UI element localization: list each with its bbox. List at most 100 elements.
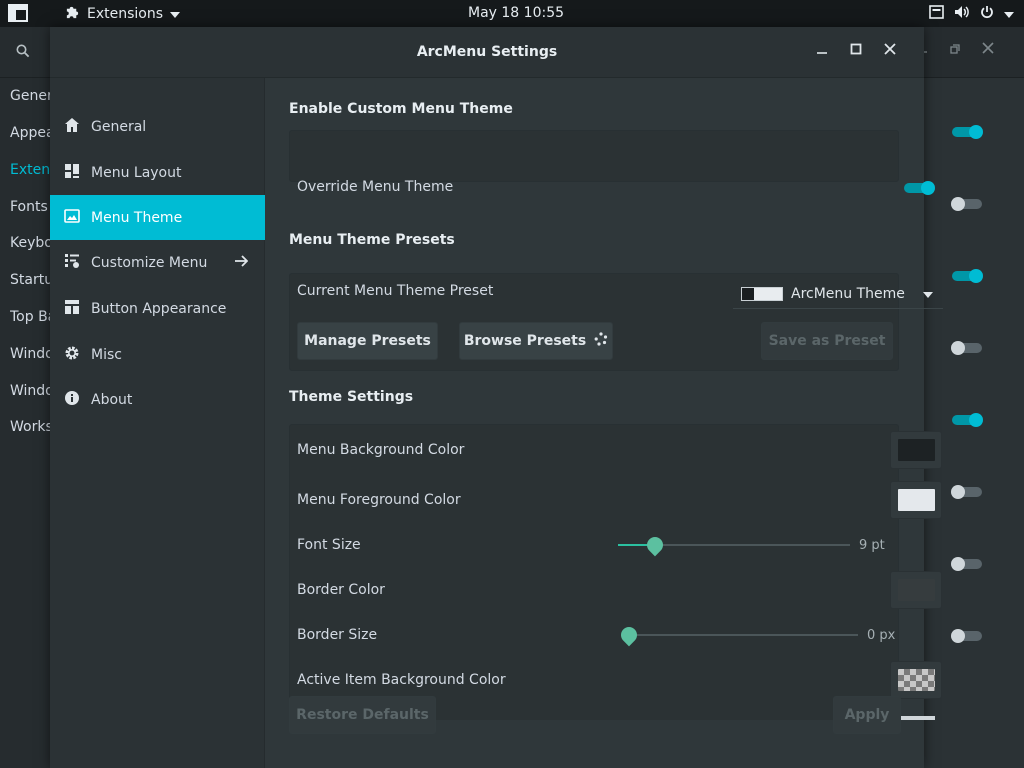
tweaks-sidebar-item[interactable]: Fonts <box>10 199 50 215</box>
tweaks-sidebar-item[interactable]: Startup <box>10 272 50 288</box>
app-menu[interactable]: Extensions <box>65 0 181 27</box>
power-icon <box>980 5 994 23</box>
nav-item-misc[interactable]: Misc <box>50 332 265 377</box>
active-item-bg-color-button[interactable] <box>890 661 942 699</box>
active-item-bg-label: Active Item Background Color <box>297 672 506 688</box>
nav-item-menu-layout[interactable]: Menu Layout <box>50 150 265 195</box>
override-theme-label: Override Menu Theme <box>297 179 454 195</box>
clock[interactable]: May 18 10:55 <box>468 0 564 27</box>
nav-item-customize-menu[interactable]: Customize Menu <box>50 240 265 285</box>
tweaks-sidebar-item[interactable]: Keyboard <box>10 235 50 251</box>
border-size-label: Border Size <box>297 627 378 643</box>
extension-toggle[interactable] <box>950 629 984 643</box>
color-swatch <box>897 579 935 601</box>
menu-fg-color-button[interactable] <box>890 481 942 519</box>
apply-label: Apply <box>844 707 890 723</box>
font-size-label: Font Size <box>297 537 361 553</box>
home-icon <box>64 117 80 137</box>
color-swatch <box>897 439 935 461</box>
layout-icon <box>64 163 80 183</box>
save-as-preset-button[interactable]: Save as Preset <box>761 322 893 360</box>
apply-button[interactable]: Apply <box>833 696 901 734</box>
manage-presets-label: Manage Presets <box>304 333 431 349</box>
extension-toggle[interactable] <box>950 125 984 139</box>
keyboard-icon <box>929 4 944 23</box>
preset-dropdown-value: ArcMenu Theme <box>791 285 905 302</box>
tweaks-window-controls <box>918 42 994 58</box>
nav-item-label: Customize Menu <box>91 254 208 271</box>
nav-item-label: Button Appearance <box>91 300 227 317</box>
close-icon[interactable] <box>982 42 994 58</box>
border-color-button[interactable] <box>890 571 942 609</box>
chevron-down-icon <box>170 6 181 22</box>
border-color-label: Border Color <box>297 582 385 598</box>
nav-item-label: About <box>91 391 133 408</box>
extension-toggle[interactable] <box>950 341 984 355</box>
menu-bg-color-label: Menu Background Color <box>297 442 465 458</box>
extension-toggle[interactable] <box>950 269 984 283</box>
nav-item-button-appearance[interactable]: Button Appearance <box>50 286 265 331</box>
extension-toggle[interactable] <box>950 197 984 211</box>
override-card <box>289 130 899 182</box>
nav-item-about[interactable]: About <box>50 377 265 422</box>
transparent-swatch <box>897 669 935 691</box>
current-preset-label: Current Menu Theme Preset <box>297 283 494 299</box>
arrow-right-icon <box>234 254 249 272</box>
search-icon[interactable] <box>16 44 30 62</box>
chevron-down-icon <box>1004 6 1014 22</box>
preset-dropdown[interactable]: ArcMenu Theme <box>733 279 943 309</box>
nav-item-label: Misc <box>91 346 122 363</box>
info-icon <box>64 390 80 410</box>
menu-fg-color-label: Menu Foreground Color <box>297 492 461 508</box>
section-title-presets: Menu Theme Presets <box>289 232 455 248</box>
restore-defaults-button[interactable]: Restore Defaults <box>289 696 436 734</box>
top-bar: Extensions May 18 10:55 <box>0 0 1024 27</box>
nav-item-label: Menu Theme <box>91 209 183 226</box>
nav-item-general[interactable]: General <box>50 104 265 149</box>
chevron-down-icon <box>922 286 933 302</box>
dialog-title: ArcMenu Settings <box>416 44 558 60</box>
next-color-swatch-partial <box>898 716 935 720</box>
maximize-icon[interactable] <box>850 43 862 59</box>
close-icon[interactable] <box>884 43 896 59</box>
theme-icon <box>64 208 80 228</box>
restore-defaults-label: Restore Defaults <box>296 707 429 723</box>
nav-item-menu-theme[interactable]: Menu Theme <box>50 195 265 240</box>
app-menu-label: Extensions <box>87 5 164 22</box>
tweaks-sidebar-item[interactable]: General <box>10 88 50 104</box>
browse-presets-button[interactable]: Browse Presets <box>459 322 613 360</box>
theme-settings-content: Enable Custom Menu Theme Override Menu T… <box>265 78 943 768</box>
tweaks-sidebar-item[interactable]: Workspaces <box>10 419 50 435</box>
tweaks-sidebar-item[interactable]: Window <box>10 346 50 362</box>
manage-presets-button[interactable]: Manage Presets <box>297 322 438 360</box>
activities-icon[interactable] <box>8 4 28 22</box>
browse-presets-label: Browse Presets <box>463 333 587 349</box>
settings-nav: General Menu Layout Menu Theme Customize… <box>50 78 265 768</box>
tweaks-sidebar-item[interactable]: Top Bar <box>10 309 50 325</box>
menu-bg-color-button[interactable] <box>890 431 942 469</box>
minimize-icon[interactable] <box>816 43 828 59</box>
gear-icon <box>64 345 80 365</box>
system-menu[interactable] <box>929 0 1014 27</box>
override-theme-toggle[interactable] <box>902 181 936 195</box>
border-size-value: 0 px <box>867 628 896 643</box>
nav-item-label: General <box>91 118 147 135</box>
tweaks-sidebar-item[interactable]: Appearance <box>10 125 50 141</box>
tweaks-sidebar: General Appearance Extensions Fonts Keyboard… <box>0 78 52 768</box>
restore-icon[interactable] <box>950 42 960 58</box>
section-title-theme-settings: Theme Settings <box>289 389 414 405</box>
tweaks-sidebar-item[interactable]: Windows <box>10 383 50 399</box>
customize-icon <box>64 253 80 273</box>
save-as-preset-label: Save as Preset <box>768 333 886 349</box>
extension-toggle[interactable] <box>950 557 984 571</box>
tweaks-sidebar-item[interactable]: Extensions <box>10 162 50 178</box>
button-appearance-icon <box>64 299 80 319</box>
font-size-value: 9 pt <box>859 538 885 553</box>
arcmenu-settings-dialog: ArcMenu Settings General Menu Layout Men… <box>50 27 943 768</box>
border-size-slider[interactable] <box>629 634 858 636</box>
extension-toggle[interactable] <box>950 413 984 427</box>
color-swatch <box>897 489 935 511</box>
extension-toggle[interactable] <box>950 485 984 499</box>
dialog-footer: Restore Defaults Apply <box>289 696 901 746</box>
section-title-enable: Enable Custom Menu Theme <box>289 101 513 117</box>
